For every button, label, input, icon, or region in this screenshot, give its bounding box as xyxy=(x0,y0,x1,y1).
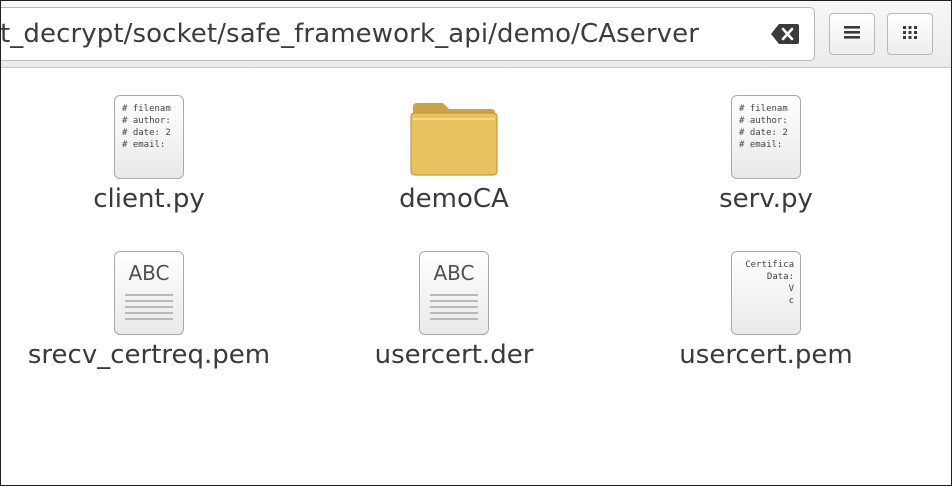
file-name: usercert.der xyxy=(374,340,534,370)
location-toolbar: t_decrypt/socket/safe_framework_api/demo… xyxy=(1,1,951,68)
python-file-icon: # filenam # author: # date: 2 # email: xyxy=(114,95,184,179)
text-lines-icon xyxy=(125,294,173,324)
certificate-file-icon: Certifica Data: V c xyxy=(731,251,801,335)
file-item[interactable]: # filenam # author: # date: 2 # email: c… xyxy=(9,92,289,214)
file-preview: ABC xyxy=(128,261,170,285)
icon-view[interactable]: # filenam # author: # date: 2 # email: c… xyxy=(1,68,951,485)
folder-item[interactable]: demoCA xyxy=(314,92,594,214)
file-name: demoCA xyxy=(399,184,509,214)
file-name: srecv_certreq.pem xyxy=(27,340,271,370)
text-file-icon: ABC xyxy=(114,251,184,335)
file-item[interactable]: Certifica Data: V c usercert.pem xyxy=(626,248,906,370)
grid-view-icon xyxy=(901,24,919,44)
location-entry[interactable]: t_decrypt/socket/safe_framework_api/demo… xyxy=(1,7,815,61)
backspace-icon[interactable] xyxy=(770,22,800,46)
python-file-icon: # filenam # author: # date: 2 # email: xyxy=(731,95,801,179)
file-item[interactable]: ABC srecv_certreq.pem xyxy=(9,248,289,370)
file-name: client.py xyxy=(93,184,205,214)
folder-icon xyxy=(410,103,498,176)
list-view-icon xyxy=(843,24,861,44)
file-preview: # filenam # author: # date: 2 # email: xyxy=(739,104,788,150)
file-preview: # filenam # author: # date: 2 # email: xyxy=(122,104,171,150)
list-view-button[interactable] xyxy=(829,13,875,55)
file-item[interactable]: # filenam # author: # date: 2 # email: s… xyxy=(626,92,906,214)
text-lines-icon xyxy=(430,294,478,324)
location-path-text[interactable]: t_decrypt/socket/safe_framework_api/demo… xyxy=(1,8,699,60)
file-preview: Certifica Data: V c xyxy=(745,260,794,306)
grid-view-button[interactable] xyxy=(887,13,933,55)
file-manager-window: t_decrypt/socket/safe_framework_api/demo… xyxy=(0,0,952,486)
file-item[interactable]: ABC usercert.der xyxy=(314,248,594,370)
file-name: usercert.pem xyxy=(679,340,853,370)
file-name: serv.py xyxy=(719,184,813,214)
file-preview: ABC xyxy=(433,261,475,285)
text-file-icon: ABC xyxy=(419,251,489,335)
